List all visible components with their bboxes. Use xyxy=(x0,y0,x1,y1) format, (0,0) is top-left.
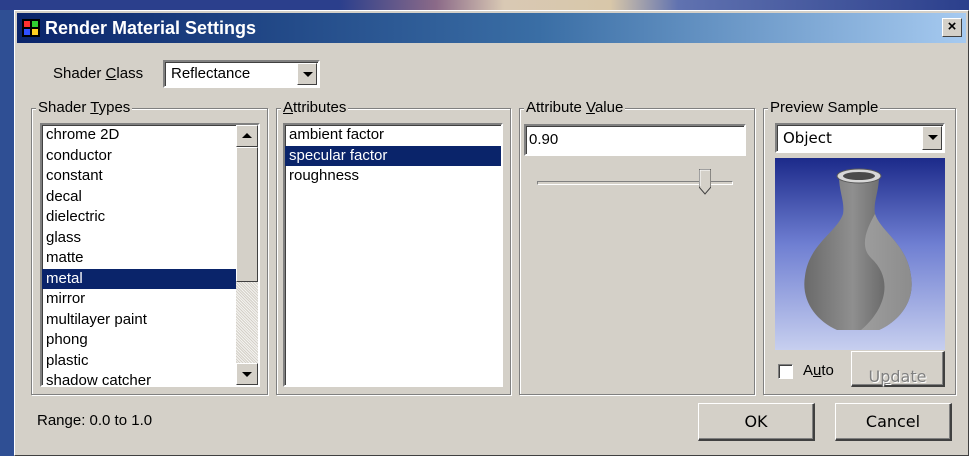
update-button[interactable]: Update xyxy=(851,351,945,387)
preview-object-dropdown[interactable]: Object xyxy=(775,123,945,153)
list-item[interactable]: glass xyxy=(42,228,258,249)
list-item[interactable]: ambient factor xyxy=(285,125,501,146)
scrollbar-thumb[interactable] xyxy=(236,147,258,282)
shader-types-legend: Shader Types xyxy=(36,99,133,116)
attribute-value-input[interactable]: 0.90 xyxy=(524,124,746,156)
list-item[interactable]: shadow catcher xyxy=(42,371,258,385)
attributes-items: ambient factor specular factor roughness xyxy=(285,125,501,187)
attribute-value-text: 0.90 xyxy=(529,131,559,148)
shader-types-list[interactable]: chrome 2D conductor constant decal dielectri… xyxy=(40,123,260,387)
render-material-settings-dialog: Render Material Settings × Shader Class … xyxy=(14,10,969,456)
range-text: Range: 0.0 to 1.0 xyxy=(37,412,153,429)
attribute-value-legend: Attribute Value xyxy=(524,99,626,116)
shader-class-dropdown[interactable]: Reflectance xyxy=(163,60,320,88)
list-item[interactable]: roughness xyxy=(285,166,501,187)
attributes-legend: Attributes xyxy=(281,99,349,116)
desktop-background xyxy=(0,0,14,456)
list-item[interactable]: matte xyxy=(42,248,258,269)
auto-label: Auto xyxy=(803,362,834,379)
list-item[interactable]: metal xyxy=(42,268,258,289)
shader-types-items: chrome 2D conductor constant decal dielectri… xyxy=(42,125,258,385)
app-icon xyxy=(22,19,40,37)
list-item[interactable]: plastic xyxy=(42,351,258,372)
ok-button[interactable]: OK xyxy=(698,403,815,441)
auto-checkbox[interactable] xyxy=(778,364,793,379)
dropdown-arrow-icon[interactable] xyxy=(297,63,317,85)
list-item[interactable]: mirror xyxy=(42,289,258,310)
list-item[interactable]: phong xyxy=(42,330,258,351)
list-item[interactable]: multilayer paint xyxy=(42,310,258,331)
slider-thumb-icon[interactable] xyxy=(698,169,711,195)
list-item[interactable]: dielectric xyxy=(42,207,258,228)
scroll-down-icon[interactable] xyxy=(236,363,258,385)
dropdown-arrow-icon[interactable] xyxy=(922,126,942,150)
list-item[interactable]: chrome 2D xyxy=(42,125,258,146)
close-button[interactable]: × xyxy=(942,18,962,37)
shader-class-value: Reflectance xyxy=(171,65,251,82)
vase-preview-image xyxy=(775,158,945,350)
cancel-button[interactable]: Cancel xyxy=(835,403,952,441)
close-icon: × xyxy=(947,18,957,35)
background-window-strip xyxy=(0,0,969,10)
attributes-list[interactable]: ambient factor specular factor roughness xyxy=(283,123,503,387)
preview-object-value: Object xyxy=(783,129,832,147)
preview-sample-legend: Preview Sample xyxy=(768,99,881,116)
shader-types-scrollbar[interactable] xyxy=(236,125,258,385)
list-item[interactable]: constant xyxy=(42,166,258,187)
scroll-up-icon[interactable] xyxy=(236,125,258,147)
window-title: Render Material Settings xyxy=(45,18,257,38)
list-item[interactable]: decal xyxy=(42,187,258,208)
list-item[interactable]: conductor xyxy=(42,146,258,167)
list-item[interactable]: specular factor xyxy=(285,145,501,166)
shader-class-label: Shader Class xyxy=(53,65,144,82)
title-bar[interactable]: Render Material Settings × xyxy=(17,13,966,43)
